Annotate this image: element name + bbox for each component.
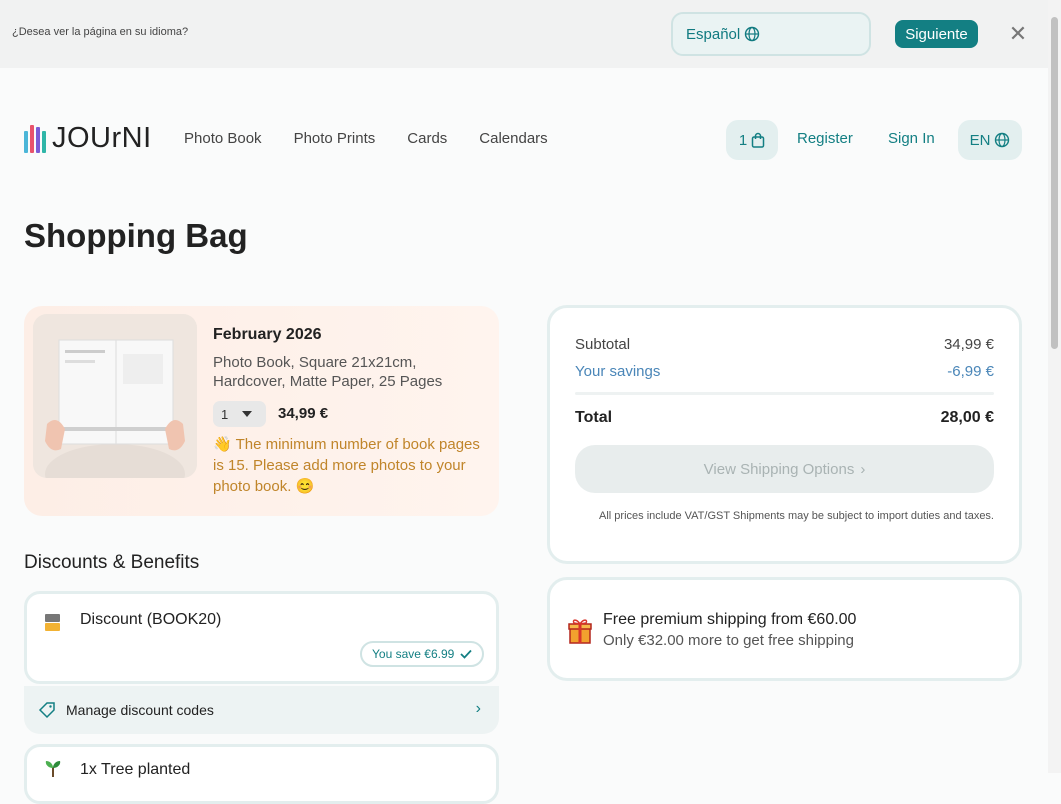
next-button[interactable]: Siguiente xyxy=(895,20,978,48)
ship-button-label: View Shipping Options xyxy=(703,460,855,478)
photo-book-preview-image xyxy=(33,314,197,478)
vat-note: All prices include VAT/GST Shipments may… xyxy=(599,510,994,522)
chevron-right-icon: › xyxy=(475,700,481,717)
language-code: EN xyxy=(969,131,991,149)
globe-icon xyxy=(745,26,760,42)
logo-text: JOUrNI xyxy=(52,122,152,154)
cart-count: 1 xyxy=(738,131,748,149)
main-nav: Photo Book Photo Prints Cards Calendars xyxy=(184,130,548,147)
page-title: Shopping Bag xyxy=(24,217,248,254)
language-button[interactable]: EN xyxy=(958,120,1022,160)
language-question: ¿Desea ver la página en su idioma? xyxy=(12,26,189,38)
gift-icon xyxy=(568,619,592,644)
summary-divider xyxy=(575,392,994,395)
check-icon xyxy=(460,649,472,659)
globe-icon xyxy=(995,132,1010,148)
free-shipping-card: Free premium shipping from €60.00 Only €… xyxy=(547,577,1022,681)
discount-label: Discount (BOOK20) xyxy=(80,611,222,628)
page-scrollbar[interactable] xyxy=(1048,0,1061,773)
cart-button[interactable]: 1 xyxy=(726,120,778,160)
language-banner: ¿Desea ver la página en su idioma? Españ… xyxy=(0,0,1048,68)
free-shipping-title: Free premium shipping from €60.00 xyxy=(603,611,857,628)
register-link[interactable]: Register xyxy=(797,130,853,147)
nav-photo-prints[interactable]: Photo Prints xyxy=(294,130,376,147)
total-row: Total 28,00 € xyxy=(575,409,994,427)
tree-label: 1x Tree planted xyxy=(80,761,191,778)
savings-row: Your savings -6,99 € xyxy=(575,363,994,380)
language-select[interactable]: Español xyxy=(671,12,871,56)
savings-label: Your savings xyxy=(575,363,661,380)
product-description: Photo Book, Square 21x21cm, Hardcover, M… xyxy=(213,354,443,390)
total-label: Total xyxy=(575,409,613,426)
you-save-text: You save €6.99 xyxy=(372,647,455,661)
total-value: 28,00 € xyxy=(940,409,994,426)
product-name: February 2026 xyxy=(213,326,322,343)
subtotal-row: Subtotal 34,99 € xyxy=(575,336,994,353)
nav-calendars[interactable]: Calendars xyxy=(479,130,547,147)
shopping-bag-icon xyxy=(751,132,765,148)
warning-text: The minimum number of book pages is 15. … xyxy=(213,436,480,495)
journi-logo[interactable]: JOUrNI xyxy=(24,122,152,155)
cart-item: February 2026 Photo Book, Square 21x21cm… xyxy=(24,306,499,516)
sign-in-link[interactable]: Sign In xyxy=(888,130,935,147)
product-price: 34,99 € xyxy=(278,405,329,422)
subtotal-value: 34,99 € xyxy=(943,336,994,353)
subtotal-label: Subtotal xyxy=(575,336,631,353)
logo-mark xyxy=(24,124,46,153)
smile-icon: 😊 xyxy=(295,478,315,495)
tree-icon xyxy=(45,761,61,777)
you-save-badge: You save €6.99 xyxy=(360,641,485,667)
manage-discount-codes[interactable]: Manage discount codes › xyxy=(24,686,499,734)
discount-card: Discount (BOOK20) You save €6.99 xyxy=(24,591,499,684)
discounts-title: Discounts & Benefits xyxy=(24,552,200,573)
order-summary: Subtotal 34,99 € Your savings -6,99 € To… xyxy=(547,305,1022,564)
language-select-label: Español xyxy=(686,25,741,43)
close-icon[interactable]: ✕ xyxy=(1008,22,1028,46)
waving-hand-icon: 👋 xyxy=(213,436,232,453)
nav-photo-book[interactable]: Photo Book xyxy=(184,130,262,147)
savings-value: -6,99 € xyxy=(947,363,994,380)
tag-icon xyxy=(38,702,55,719)
min-pages-warning: 👋 The minimum number of book pages is 15… xyxy=(213,434,493,497)
manage-label: Manage discount codes xyxy=(66,702,214,718)
nav-cards[interactable]: Cards xyxy=(407,130,447,147)
view-shipping-options-button[interactable]: View Shipping Options › xyxy=(575,445,994,493)
scrollbar-thumb[interactable] xyxy=(1051,17,1058,349)
discount-tag-icon xyxy=(45,614,60,631)
product-thumbnail[interactable] xyxy=(33,314,197,478)
tree-planted-card: 1x Tree planted xyxy=(24,744,499,804)
caret-down-icon xyxy=(242,411,253,417)
free-shipping-subtitle: Only €32.00 more to get free shipping xyxy=(603,632,854,649)
chevron-right-icon: › xyxy=(860,460,866,478)
quantity-value: 1 xyxy=(221,406,229,422)
quantity-select[interactable]: 1 xyxy=(213,401,266,427)
